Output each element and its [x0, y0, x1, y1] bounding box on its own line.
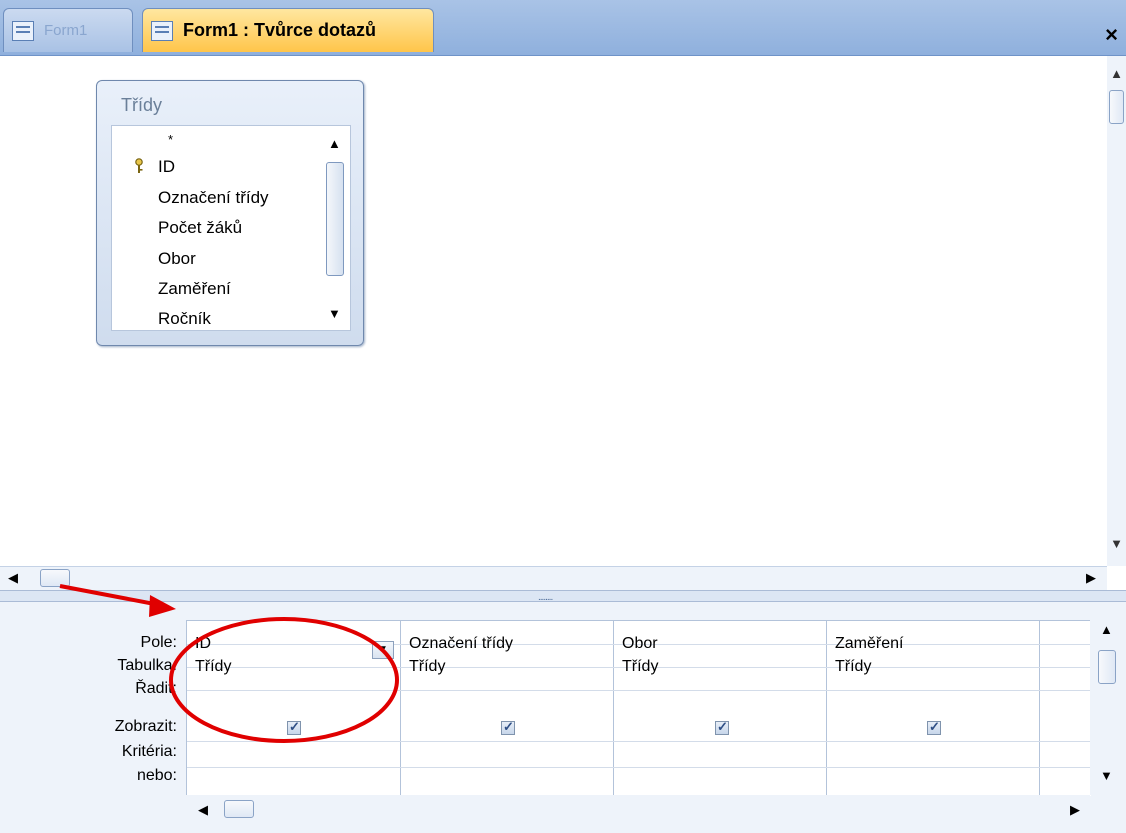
field-cell[interactable]: Označení třídy: [409, 635, 513, 653]
show-checkbox[interactable]: [287, 719, 301, 735]
primary-key-icon: [135, 158, 143, 173]
tab-label: Form1: [44, 22, 88, 39]
form-icon: [12, 20, 34, 41]
grid-row-divider: [187, 767, 1091, 768]
row-label-kriteria: Kritéria:: [121, 743, 177, 760]
field-all[interactable]: *: [168, 132, 173, 147]
scroll-thumb[interactable]: [40, 569, 70, 587]
table-cell[interactable]: Třídy: [622, 658, 658, 676]
query-icon: [151, 20, 173, 41]
pane-splitter[interactable]: ........: [0, 590, 1126, 603]
query-design-grid[interactable]: ID Označení třídy Obor Zaměření Třídy Tř…: [186, 620, 1091, 796]
grid-column-1[interactable]: [187, 621, 401, 796]
table-cell[interactable]: Třídy: [195, 658, 231, 676]
row-label-nebo: nebo:: [136, 767, 177, 784]
field-obor[interactable]: Obor: [158, 249, 196, 269]
show-checkbox[interactable]: [715, 719, 729, 735]
field-list[interactable]: * ID Označení třídy Počet žáků Obor Zamě…: [111, 125, 351, 331]
table-box-title[interactable]: Třídy: [121, 95, 162, 116]
scroll-up-icon[interactable]: ▲: [1107, 66, 1126, 81]
row-label-radit: Řadit:: [135, 680, 177, 697]
show-checkbox[interactable]: [927, 719, 941, 735]
scroll-right-icon[interactable]: ▶: [1086, 570, 1096, 586]
field-id[interactable]: ID: [158, 157, 175, 177]
scroll-thumb[interactable]: [224, 800, 254, 818]
scroll-down-icon[interactable]: ▼: [1100, 768, 1113, 783]
row-label-zobrazit: Zobrazit:: [114, 718, 177, 735]
tab-label: Form1 : Tvůrce dotazů: [183, 20, 377, 40]
close-icon[interactable]: ×: [1105, 22, 1118, 48]
scroll-up-icon[interactable]: ▲: [1100, 622, 1113, 637]
scroll-left-icon[interactable]: ◀: [198, 802, 208, 818]
grid-row-divider: [187, 690, 1091, 691]
scroll-up-icon[interactable]: ▲: [328, 136, 341, 151]
grid-vertical-scrollbar[interactable]: ▲ ▼: [1090, 620, 1126, 795]
design-horizontal-scrollbar[interactable]: ◀ ▶: [0, 566, 1107, 591]
field-cell[interactable]: Obor: [622, 635, 658, 653]
field-list-scrollbar[interactable]: ▲ ▼: [322, 128, 348, 328]
table-cell[interactable]: Třídy: [409, 658, 445, 676]
grid-row-divider: [187, 741, 1091, 742]
field-cell[interactable]: Zaměření: [835, 635, 903, 653]
tab-form1[interactable]: Form1: [3, 8, 133, 52]
scroll-left-icon[interactable]: ◀: [8, 570, 18, 586]
field-cell[interactable]: ID: [195, 635, 211, 653]
field-pocet-zaku[interactable]: Počet žáků: [158, 218, 242, 238]
scroll-thumb[interactable]: [326, 162, 344, 276]
field-oznaceni-tridy[interactable]: Označení třídy: [158, 188, 269, 208]
scroll-thumb[interactable]: [1098, 650, 1116, 684]
design-vertical-scrollbar[interactable]: ▲ ▼: [1107, 56, 1126, 566]
table-cell[interactable]: Třídy: [835, 658, 871, 676]
scroll-thumb[interactable]: [1109, 90, 1124, 124]
scroll-right-icon[interactable]: ▶: [1070, 802, 1080, 818]
row-label-tabulka: Tabulka:: [117, 657, 177, 674]
field-zamereni[interactable]: Zaměření: [158, 279, 231, 299]
table-box-tridy[interactable]: Třídy * ID Označení třídy Počet žáků Obo…: [96, 80, 364, 346]
row-label-pole: Pole:: [140, 634, 177, 651]
scroll-down-icon[interactable]: ▼: [1107, 536, 1126, 551]
field-rocnik[interactable]: Ročník: [158, 309, 211, 329]
grid-horizontal-scrollbar[interactable]: ◀ ▶: [186, 795, 1090, 827]
show-checkbox[interactable]: [501, 719, 515, 735]
scroll-down-icon[interactable]: ▼: [328, 306, 341, 321]
tab-query-designer[interactable]: Form1 : Tvůrce dotazů: [142, 8, 434, 52]
field-dropdown-button[interactable]: ▼: [372, 641, 394, 659]
